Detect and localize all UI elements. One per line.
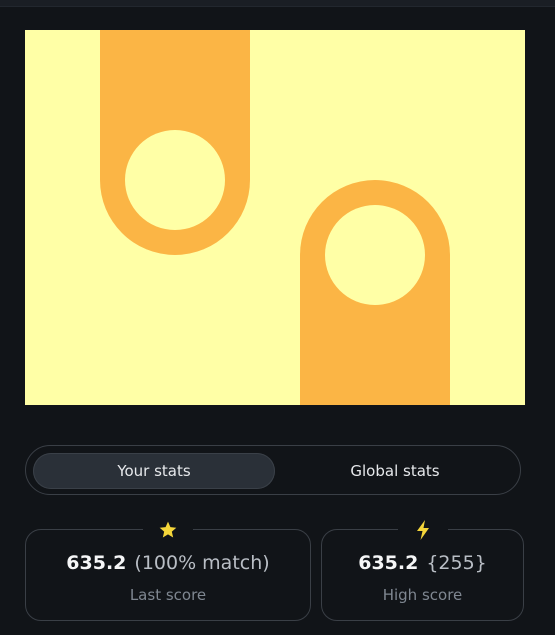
preview-circle-bottom <box>325 205 425 305</box>
last-score-label: Last score <box>129 586 207 604</box>
high-score-card: 635.2 {255} High score <box>321 515 524 621</box>
preview-canvas <box>25 30 525 405</box>
last-score-line: 635.2 (100% match) <box>26 552 310 574</box>
high-score-line: 635.2 {255} <box>322 552 523 574</box>
tab-your-stats[interactable]: Your stats <box>33 453 275 489</box>
preview-circle-top <box>125 130 225 230</box>
tab-global-stats[interactable]: Global stats <box>276 453 514 489</box>
lightning-icon <box>397 515 448 545</box>
last-score-value: 635.2 <box>66 552 127 574</box>
star-icon <box>143 515 193 545</box>
target-preview <box>25 30 525 405</box>
high-score-value: 635.2 <box>358 552 419 574</box>
stats-toggle: Your stats Global stats <box>25 445 521 495</box>
last-score-match: (100% match) <box>134 552 270 574</box>
top-bar <box>0 0 555 7</box>
last-score-card: 635.2 (100% match) Last score <box>25 515 311 621</box>
high-score-label: High score <box>382 586 463 604</box>
high-score-count: {255} <box>426 552 487 574</box>
